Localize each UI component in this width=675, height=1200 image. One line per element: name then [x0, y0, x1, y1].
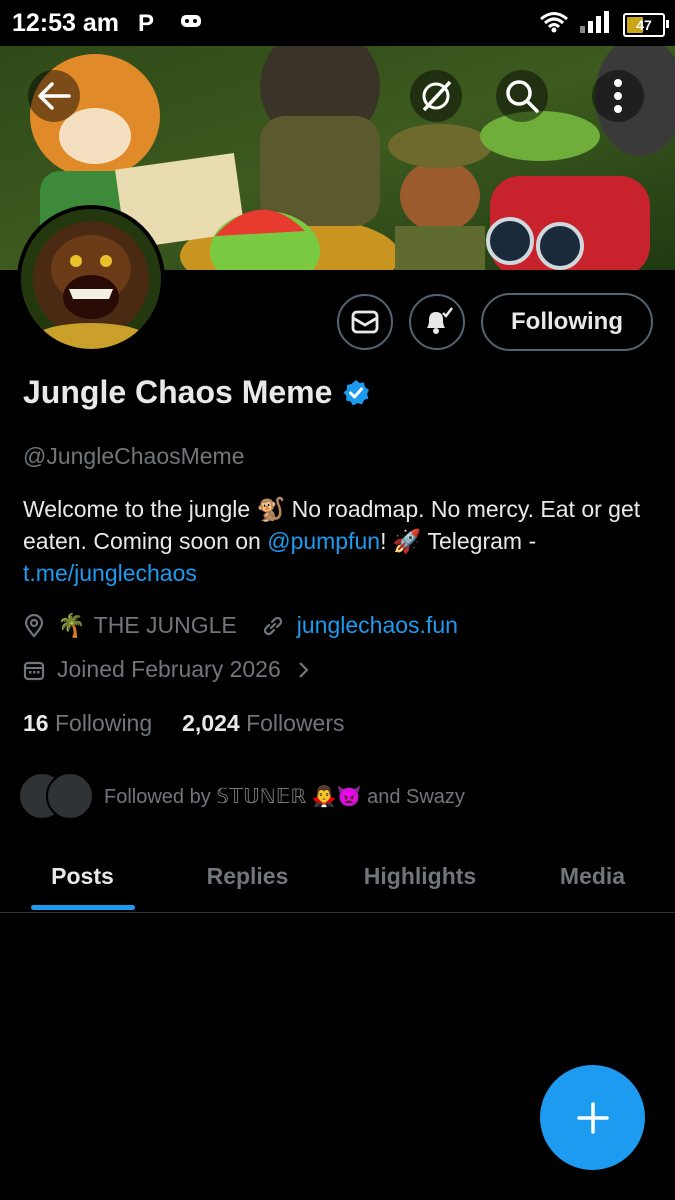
battery-icon: 47: [623, 12, 669, 37]
profile-meta-location: 🌴 THE JUNGLE junglechaos.fun: [23, 612, 458, 639]
tab-label: Replies: [206, 862, 289, 889]
following-label: Following: [54, 710, 153, 736]
search-icon: [506, 80, 539, 113]
app-notification-icon: P: [138, 10, 155, 37]
more-vertical-icon: [614, 79, 622, 113]
profile-avatar[interactable]: [17, 205, 165, 353]
chevron-right-icon: [298, 661, 309, 678]
calendar-icon: [23, 661, 45, 680]
location-pin-icon: [24, 613, 44, 638]
signal-icon: [579, 10, 613, 39]
following-count-link[interactable]: 16 Following: [23, 710, 152, 737]
bio-text: Welcome to the jungle: [23, 496, 257, 522]
tab-replies[interactable]: Replies: [165, 840, 330, 912]
grok-button[interactable]: [410, 70, 462, 122]
location-text: THE JUNGLE: [93, 612, 237, 638]
bio-text: !: [380, 528, 393, 554]
followed-by-text: Followed by 𝕊𝕋𝕌ℕ𝔼ℝ 🧛‍♂️👿 and Swazy: [104, 785, 465, 808]
website-link[interactable]: junglechaos.fun: [297, 612, 458, 639]
palm-tree-emoji: 🌴: [57, 612, 86, 638]
bio-mention-link[interactable]: @pumpfun: [267, 528, 380, 554]
active-tab-indicator: [30, 905, 135, 910]
profile-name-row: Jungle Chaos Meme: [23, 374, 370, 411]
following-count: 16: [23, 710, 49, 736]
status-bar: 12:53 am P 47: [0, 0, 675, 46]
battery-level: 47: [636, 16, 652, 33]
following-button[interactable]: Following: [481, 293, 653, 351]
profile-meta-joined[interactable]: Joined February 2026: [23, 656, 311, 683]
more-options-button[interactable]: [592, 70, 644, 122]
profile-bio: Welcome to the jungle 🐒 No roadmap. No m…: [23, 493, 655, 589]
display-name: Jungle Chaos Meme: [23, 374, 333, 410]
followers-count: 2,024: [182, 710, 240, 736]
compose-post-button[interactable]: [540, 1065, 645, 1170]
tab-media[interactable]: Media: [510, 840, 675, 912]
envelope-icon: [351, 310, 379, 334]
tab-label: Posts: [51, 862, 114, 889]
joined-date: Joined February 2026: [57, 656, 281, 682]
tab-label: Media: [559, 862, 626, 889]
tab-label: Highlights: [363, 862, 477, 889]
bell-check-icon: [427, 307, 454, 334]
profile-handle: @JungleChaosMeme: [23, 443, 245, 469]
profile-actions: Following: [337, 293, 653, 351]
bio-telegram-link[interactable]: t.me/junglechaos: [23, 560, 197, 586]
follow-counts: 16 Following 2,024 Followers: [23, 710, 345, 737]
followers-label: Followers: [246, 710, 345, 736]
followers-count-link[interactable]: 2,024 Followers: [182, 710, 344, 737]
back-button[interactable]: [28, 70, 80, 122]
rocket-emoji: 🚀: [392, 528, 422, 554]
gamepad-icon: [180, 13, 202, 34]
link-icon: [263, 616, 282, 635]
tab-highlights[interactable]: Highlights: [330, 840, 510, 912]
followed-by-row[interactable]: Followed by 𝕊𝕋𝕌ℕ𝔼ℝ 🧛‍♂️👿 and Swazy: [18, 772, 465, 820]
profile-tabs: Posts Replies Highlights Media: [0, 840, 675, 913]
follower-avatar: [46, 772, 94, 820]
status-time: 12:53 am: [12, 9, 120, 37]
notifications-button[interactable]: [409, 294, 466, 350]
verified-badge-icon[interactable]: [342, 379, 370, 407]
search-button[interactable]: [496, 70, 548, 122]
message-button[interactable]: [337, 294, 394, 350]
wifi-icon: [539, 11, 569, 38]
plus-icon: [576, 1101, 609, 1134]
bio-text: Telegram -: [421, 528, 537, 554]
monkey-emoji: 🐒: [256, 496, 286, 522]
arrow-left-icon: [38, 82, 71, 110]
grok-icon: [422, 80, 452, 112]
tab-posts[interactable]: Posts: [0, 840, 165, 912]
